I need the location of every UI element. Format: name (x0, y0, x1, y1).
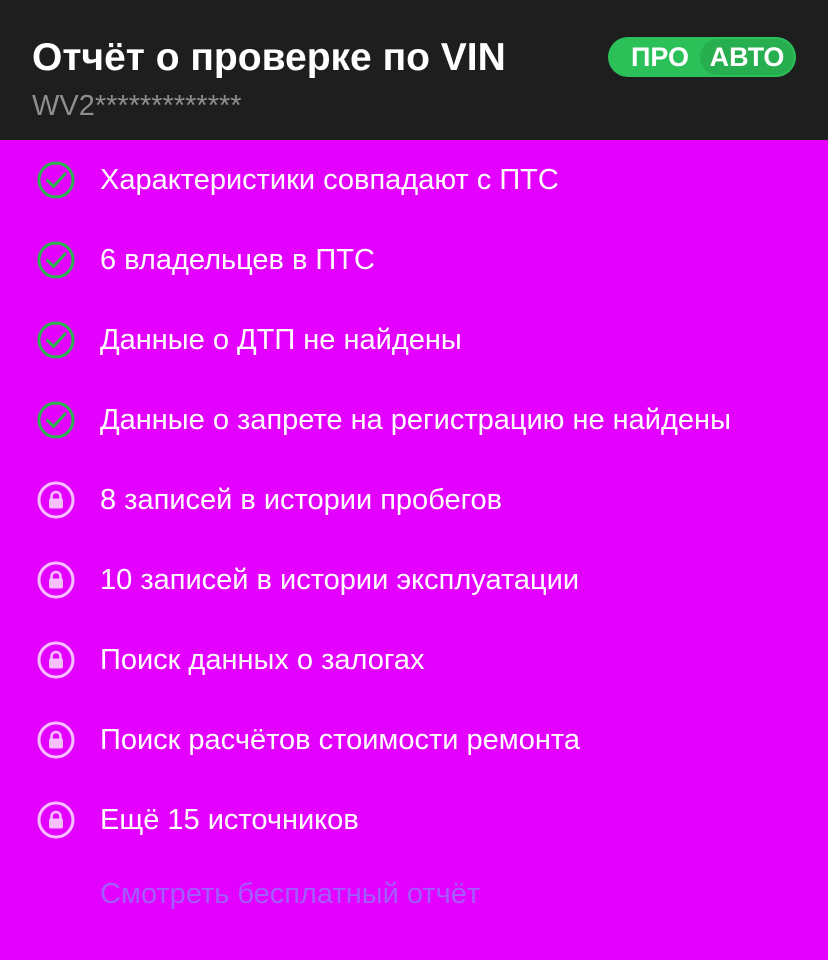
list-item: Характеристики совпадают с ПТС (0, 140, 828, 220)
item-label: Ещё 15 источников (100, 804, 359, 836)
item-label: Данные о запрете на регистрацию не найде… (100, 404, 731, 436)
report-header: Отчёт о проверке по VIN WV2*************… (0, 0, 828, 140)
lock-icon (37, 641, 75, 679)
list-item: 6 владельцев в ПТС (0, 220, 828, 300)
list-item: Данные о ДТП не найдены (0, 300, 828, 380)
item-label: Поиск данных о залогах (100, 644, 425, 676)
logo-part-pro: ПРО (610, 39, 710, 75)
list-item: 10 записей в истории эксплуатации (0, 540, 828, 620)
lock-icon (37, 721, 75, 759)
list-item: Поиск данных о залогах (0, 620, 828, 700)
item-label: Характеристики совпадают с ПТС (100, 164, 559, 196)
check-circle-icon (37, 241, 75, 279)
item-label: 10 записей в истории эксплуатации (100, 564, 580, 596)
check-circle-icon (37, 321, 75, 359)
lock-icon (37, 561, 75, 599)
list-item: Данные о запрете на регистрацию не найде… (0, 380, 828, 460)
lock-icon (37, 481, 75, 519)
check-circle-icon (37, 161, 75, 199)
item-label: 8 записей в истории пробегов (100, 484, 503, 516)
item-label: Поиск расчётов стоимости ремонта (100, 724, 580, 756)
proavto-logo: ПРО АВТО (608, 37, 796, 77)
list-item: Ещё 15 источников (0, 780, 828, 860)
list-item: Поиск расчётов стоимости ремонта (0, 700, 828, 780)
item-label: 6 владельцев в ПТС (100, 244, 375, 276)
logo-part-avto: АВТО (700, 39, 794, 75)
list-item: 8 записей в истории пробегов (0, 460, 828, 540)
vin-masked: WV2************* (32, 90, 242, 122)
item-label: Данные о ДТП не найдены (100, 324, 462, 356)
lock-icon (37, 801, 75, 839)
check-circle-icon (37, 401, 75, 439)
view-free-report-link[interactable]: Смотреть бесплатный отчёт (100, 874, 480, 914)
page-title: Отчёт о проверке по VIN (32, 36, 506, 79)
